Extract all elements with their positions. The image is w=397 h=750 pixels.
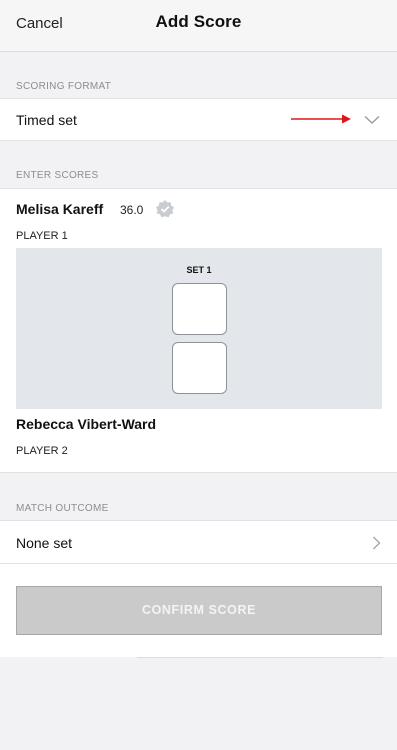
divider bbox=[137, 657, 383, 658]
set-label: SET 1 bbox=[186, 265, 212, 275]
player2-set1-score-input[interactable] bbox=[172, 342, 227, 394]
player1-label: PLAYER 1 bbox=[16, 230, 68, 242]
match-outcome-section-label: MATCH OUTCOME bbox=[16, 503, 109, 514]
page-title: Add Score bbox=[155, 12, 242, 31]
scoring-format-value: Timed set bbox=[16, 112, 77, 128]
scoring-format-select[interactable]: Timed set bbox=[0, 98, 397, 141]
confirm-score-button[interactable]: CONFIRM SCORE bbox=[16, 586, 382, 635]
player1-rating: 36.0 bbox=[120, 203, 144, 217]
score-entry-panel: SET 1 bbox=[16, 248, 382, 409]
player2-name: Rebecca Vibert-Ward bbox=[16, 416, 157, 432]
nav-bar: Cancel Add Score bbox=[0, 0, 397, 52]
scoring-format-section-label: SCORING FORMAT bbox=[16, 81, 112, 92]
chevron-down-icon[interactable] bbox=[364, 115, 380, 125]
match-outcome-value: None set bbox=[16, 535, 73, 551]
player2-label: PLAYER 2 bbox=[16, 445, 68, 457]
match-outcome-row[interactable]: None set bbox=[0, 520, 397, 564]
enter-scores-section-label: ENTER SCORES bbox=[16, 170, 99, 181]
player1-set1-score-input[interactable] bbox=[172, 283, 227, 335]
red-arrow-annotation-icon bbox=[291, 114, 351, 124]
verified-badge-icon bbox=[156, 200, 174, 218]
chevron-right-icon bbox=[373, 536, 381, 550]
player1-name: Melisa Kareff bbox=[16, 201, 104, 217]
